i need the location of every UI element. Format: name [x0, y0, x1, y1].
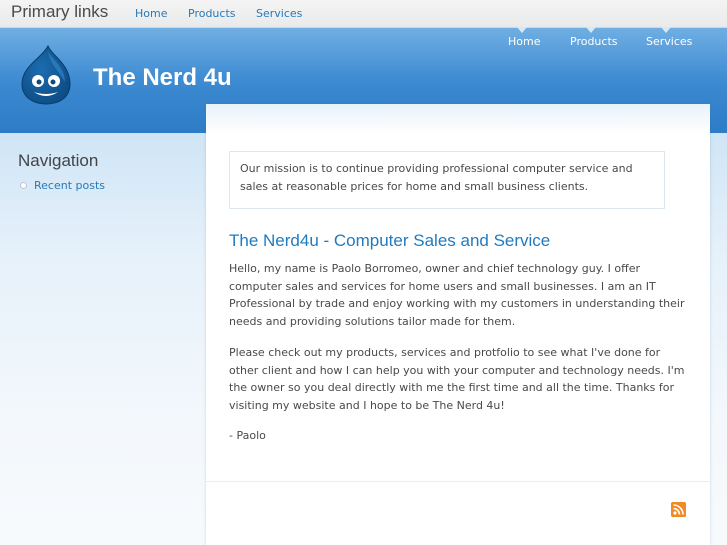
nav-marker-icon — [517, 27, 527, 33]
mission-box: Our mission is to continue providing pro… — [229, 151, 665, 209]
bullet-icon — [20, 182, 27, 189]
primary-links-bar: Primary links Home Products Services — [0, 0, 727, 28]
drupal-drop-icon[interactable] — [18, 44, 74, 106]
top-link-services[interactable]: Services — [256, 7, 302, 20]
header-link-services[interactable]: Services — [646, 35, 692, 48]
sidebar-title: Navigation — [18, 151, 99, 170]
rss-feed-icon[interactable] — [671, 502, 686, 517]
signoff-text: - Paolo — [229, 429, 266, 442]
header-link-home[interactable]: Home — [508, 35, 540, 48]
intro-paragraph: Hello, my name is Paolo Borromeo, owner … — [229, 262, 685, 328]
content-panel: Our mission is to continue providing pro… — [206, 104, 710, 545]
nav-marker-icon — [661, 27, 671, 33]
panel-header-gradient — [206, 104, 710, 134]
top-link-products[interactable]: Products — [188, 7, 236, 20]
header-link-products[interactable]: Products — [570, 35, 618, 48]
sidebar-item-label[interactable]: Recent posts — [34, 179, 105, 192]
content-divider — [206, 481, 710, 482]
top-link-home[interactable]: Home — [135, 7, 167, 20]
body-paragraph: Please check out my products, services a… — [229, 346, 685, 412]
site-name[interactable]: The Nerd 4u — [93, 64, 232, 92]
primary-links-title: Primary links — [11, 2, 109, 21]
node-title[interactable]: The Nerd4u - Computer Sales and Service — [229, 231, 550, 251]
nav-marker-icon — [586, 27, 596, 33]
mission-text: Our mission is to continue providing pro… — [240, 162, 633, 193]
